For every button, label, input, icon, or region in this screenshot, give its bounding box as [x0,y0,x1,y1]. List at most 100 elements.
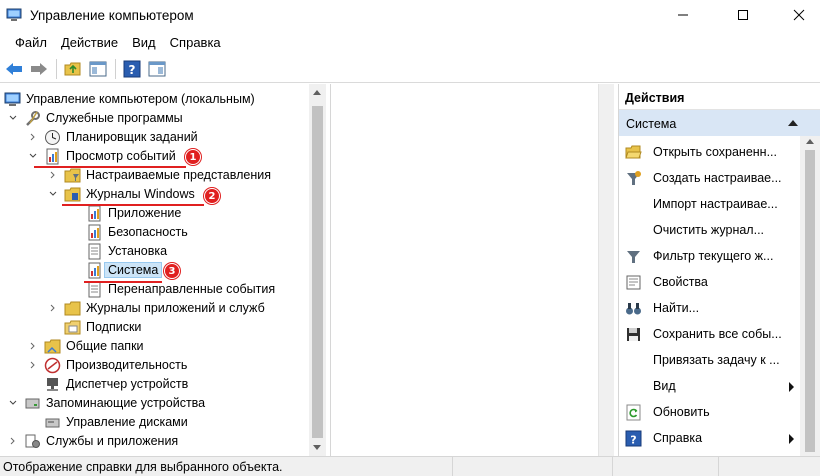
svg-text:?: ? [129,63,136,77]
tree-item-application[interactable]: Приложение [0,204,300,223]
tree-label: Безопасность [108,225,188,239]
action-label: Создать настраивае... [653,171,782,185]
close-button[interactable] [776,0,820,30]
tree-item-app-service-logs[interactable]: Журналы приложений и служб [0,299,300,318]
action-label: Очистить журнал... [653,223,765,237]
chevron-down-icon[interactable] [8,398,18,408]
tree-item-services-apps[interactable]: Службы и приложения [0,432,300,451]
chevron-right-icon[interactable] [28,132,38,142]
tree-label: Управление дисками [66,415,188,429]
action-label: Импорт настраивае... [653,197,778,211]
status-divider [612,457,613,476]
action-create-custom[interactable]: Создать настраивае... [619,166,804,192]
svg-text:?: ? [630,434,636,447]
action-refresh[interactable]: Обновить [619,400,804,426]
help-toolbar-button[interactable]: ? [120,57,144,81]
action-label: Привязать задачу к ... [653,353,780,367]
collapse-arrow-icon[interactable] [788,120,798,126]
tree-item-setup[interactable]: Установка [0,242,300,261]
annotation-badge-3: 3 [164,263,180,279]
chevron-down-icon[interactable] [8,113,18,123]
actions-group-system[interactable]: Система [619,110,820,136]
folder-filter-icon [64,168,81,183]
help-icon: ? [123,60,141,77]
console-tree: Управление компьютером (локальным) Служе… [0,84,326,456]
clock-icon [45,130,60,145]
maximize-button[interactable] [720,0,766,30]
actions-group-label: Система [626,117,677,131]
tree-item-windows-logs[interactable]: Журналы Windows [0,185,300,204]
console-tree-icon [89,61,107,76]
tree-item-security[interactable]: Безопасность [0,223,300,242]
tree-label: Приложение [108,206,182,220]
computer-icon [4,92,21,106]
tree-item-task-scheduler[interactable]: Планировщик заданий [0,128,300,147]
menu-view[interactable]: Вид [125,33,163,55]
results-pane [330,84,612,456]
minimize-button[interactable] [660,0,706,30]
action-open-saved[interactable]: Открыть сохраненн... [619,140,804,166]
tree-label: Диспетчер устройств [66,377,189,391]
tree-item-storage[interactable]: Запоминающие устройства [0,394,300,413]
chevron-right-icon[interactable] [28,360,38,370]
chevron-right-icon[interactable] [48,303,58,313]
tree-item-system[interactable]: Система [0,261,300,280]
up-level-button[interactable] [61,57,85,81]
menu-file[interactable]: Файл [8,33,54,55]
tree-label: Службы и приложения [46,434,179,448]
performance-icon [44,357,61,374]
action-find[interactable]: Найти... [619,296,804,322]
show-hide-tree-button[interactable] [86,57,110,81]
tree-scrollbar[interactable] [309,84,326,456]
tree-item-custom-views[interactable]: Настраиваемые представления [0,166,300,185]
action-help[interactable]: ? Справка [619,426,804,452]
properties-icon [626,275,641,290]
help-icon: ? [625,430,642,447]
tree-item-subscriptions[interactable]: Подписки [0,318,300,337]
tree-item-performance[interactable]: Производительность [0,356,300,375]
forward-button[interactable] [27,57,51,81]
save-icon [627,328,640,341]
arrow-left-icon [6,62,22,75]
tree-item-service-programs[interactable]: Служебные программы [0,109,300,128]
action-pane-icon [148,61,166,76]
scroll-down-arrow[interactable] [313,445,321,450]
scroll-up-arrow[interactable] [806,139,814,144]
scroll-thumb[interactable] [312,106,323,438]
action-import-custom[interactable]: Импорт настраивае... [619,192,804,218]
event-viewer-icon [46,148,59,165]
action-clear-log[interactable]: Очистить журнал... [619,218,804,244]
tree-label: Настраиваемые представления [86,168,271,182]
actions-scrollbar[interactable] [800,136,820,456]
tree-item-shared-folders[interactable]: Общие папки [0,337,300,356]
action-view[interactable]: Вид [619,374,804,400]
filter-icon [627,251,640,263]
services-icon [25,434,40,448]
show-hide-actions-button[interactable] [145,57,169,81]
menu-action[interactable]: Действие [54,33,125,55]
action-save-all[interactable]: Сохранить все собы... [619,322,804,348]
chevron-down-icon[interactable] [48,189,58,199]
scroll-up-arrow[interactable] [313,90,321,95]
action-label: Вид [653,379,676,393]
chevron-right-icon[interactable] [8,436,18,446]
back-button[interactable] [2,57,26,81]
annotation-badge-2: 2 [204,188,220,204]
scroll-thumb[interactable] [805,150,815,452]
menu-help[interactable]: Справка [163,33,228,55]
chevron-right-icon[interactable] [48,170,58,180]
tree-item-disk-management[interactable]: Управление дисками [0,413,300,432]
results-scrollbar[interactable] [598,84,614,456]
chevron-down-icon[interactable] [28,151,38,161]
tree-item-root[interactable]: Управление компьютером (локальным) [0,90,300,109]
close-icon [793,9,805,21]
action-attach-task[interactable]: Привязать задачу к ... [619,348,804,374]
tree-item-device-manager[interactable]: Диспетчер устройств [0,375,300,394]
action-filter-current[interactable]: Фильтр текущего ж... [619,244,804,270]
action-label: Справка [653,431,703,445]
chevron-right-icon[interactable] [28,341,38,351]
action-properties[interactable]: Свойства [619,270,804,296]
annotation-badge-1: 1 [185,149,201,165]
tree-item-event-viewer[interactable]: Просмотр событий [0,147,300,166]
submenu-arrow-icon [789,434,794,444]
